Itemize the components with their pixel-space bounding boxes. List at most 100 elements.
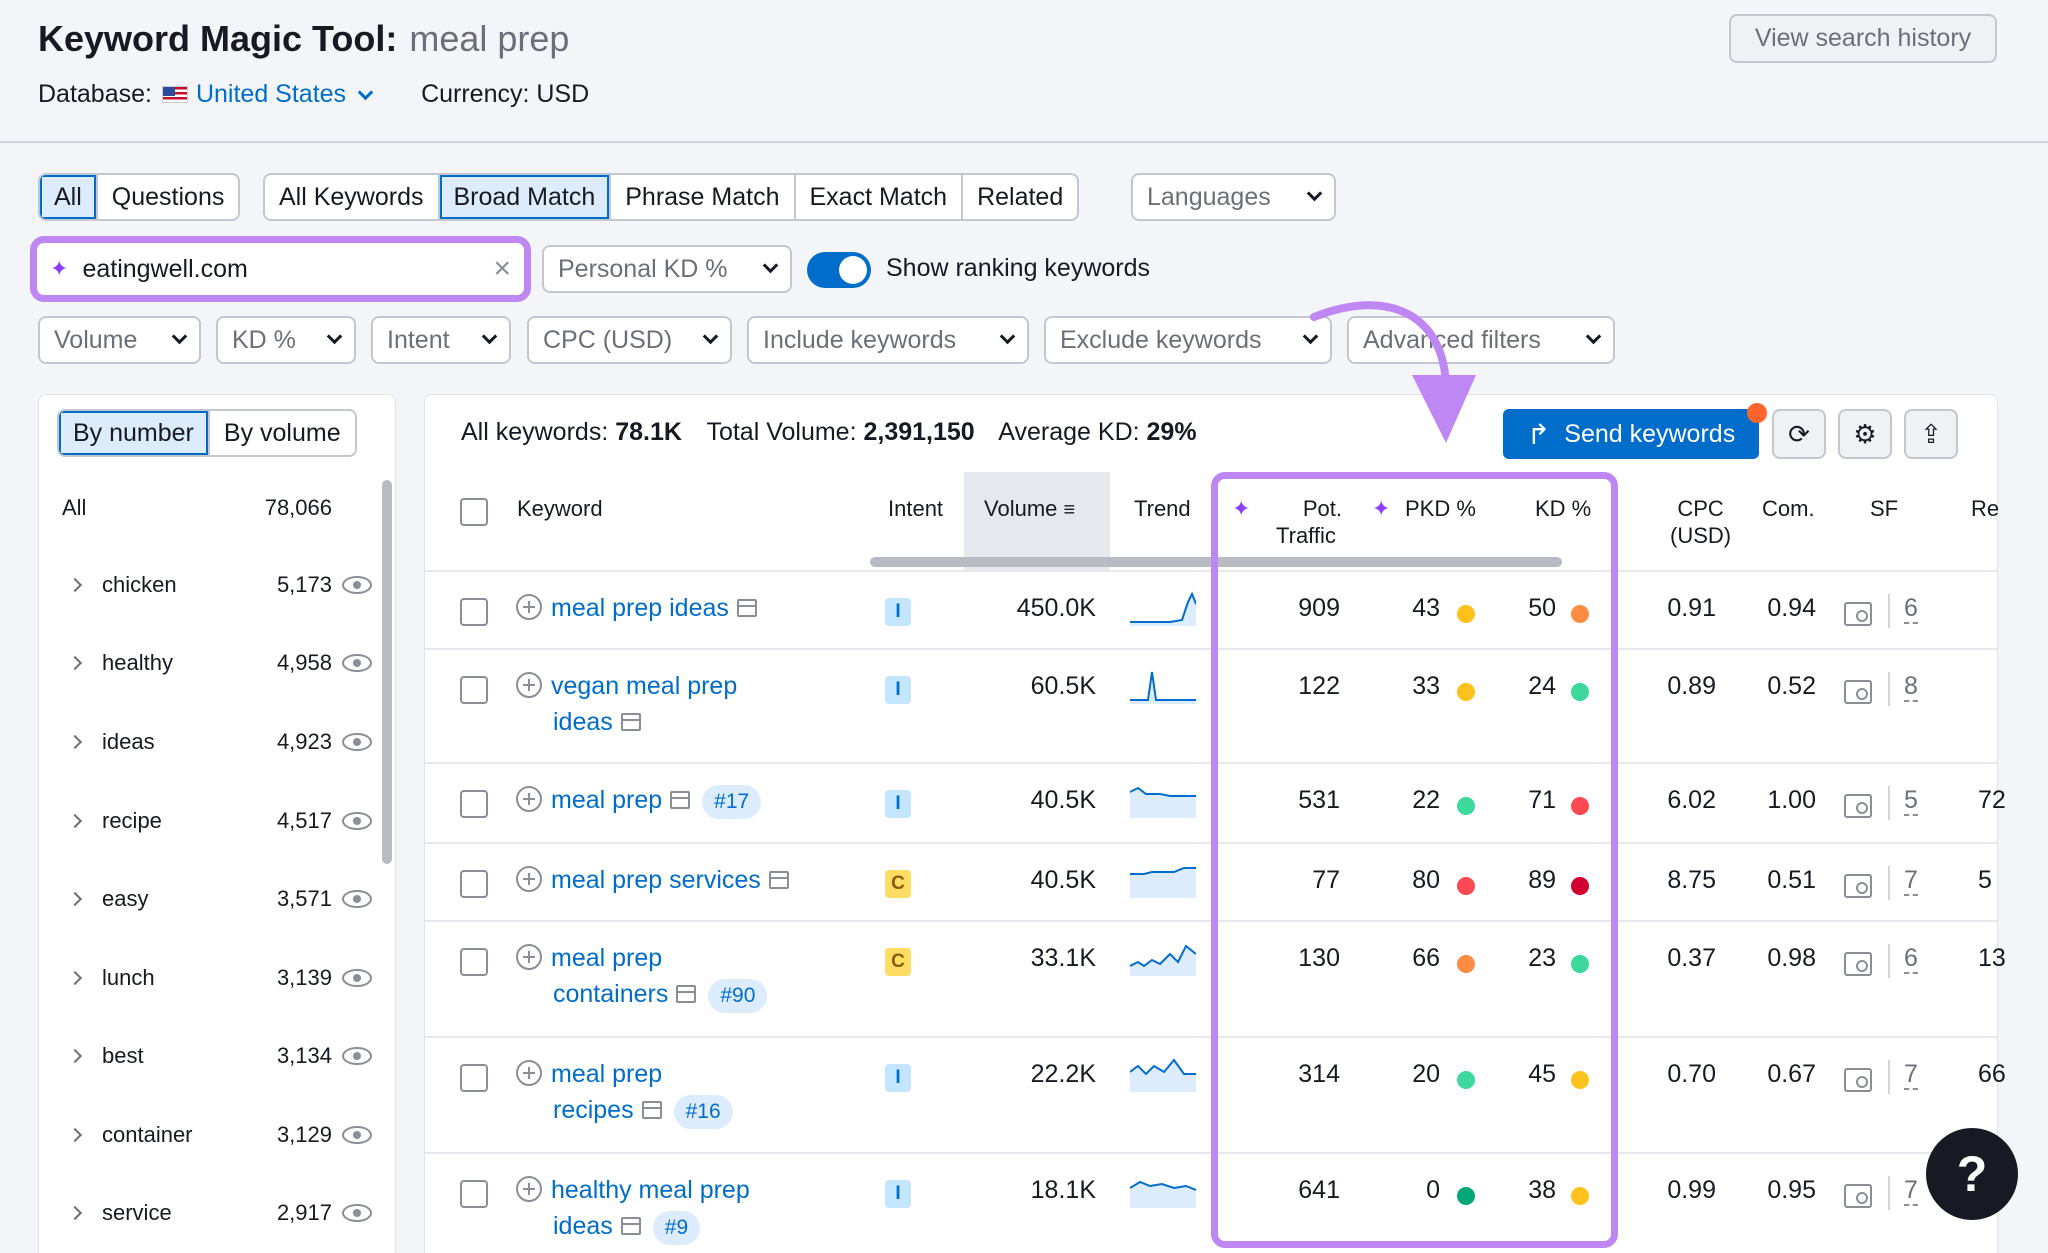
- col-results[interactable]: Re: [1971, 495, 1999, 522]
- sidebar-group-recipe[interactable]: recipe 4,517: [58, 808, 378, 834]
- refresh-button[interactable]: ⟳: [1772, 409, 1826, 459]
- add-to-list-icon[interactable]: [516, 1060, 542, 1086]
- chevron-right-icon[interactable]: [67, 970, 83, 986]
- add-to-list-icon[interactable]: [516, 1176, 542, 1202]
- col-trend[interactable]: Trend: [1134, 495, 1191, 522]
- group-all-row[interactable]: All 78,066: [62, 495, 342, 521]
- tab-questions[interactable]: Questions: [98, 175, 239, 219]
- tab-related[interactable]: Related: [963, 175, 1077, 219]
- chevron-right-icon[interactable]: [67, 891, 83, 907]
- col-keyword[interactable]: Keyword: [517, 495, 603, 522]
- add-to-list-icon[interactable]: [516, 786, 542, 812]
- sidebar-group-best[interactable]: best 3,134: [58, 1043, 378, 1069]
- tab-exact-match[interactable]: Exact Match: [796, 175, 964, 219]
- eye-icon[interactable]: [342, 576, 372, 594]
- col-pot-traffic[interactable]: Pot.: [1290, 495, 1342, 522]
- chevron-right-icon[interactable]: [67, 577, 83, 593]
- eye-icon[interactable]: [342, 890, 372, 908]
- chevron-right-icon[interactable]: [67, 655, 83, 671]
- serp-icon[interactable]: [620, 1217, 641, 1235]
- keyword-link-line2[interactable]: ideas: [553, 1212, 613, 1240]
- chevron-right-icon[interactable]: [67, 1205, 83, 1221]
- chevron-right-icon[interactable]: [67, 1127, 83, 1143]
- filter-include-keywords[interactable]: Include keywords: [747, 316, 1029, 364]
- eye-icon[interactable]: [342, 1204, 372, 1222]
- row-checkbox[interactable]: [460, 1064, 488, 1092]
- keyword-link[interactable]: meal prep: [551, 786, 662, 814]
- sidebar-group-service[interactable]: service 2,917: [58, 1200, 378, 1226]
- tab-broad-match[interactable]: Broad Match: [439, 175, 612, 219]
- col-volume[interactable]: Volume ≡: [984, 495, 1075, 524]
- view-search-history-button[interactable]: View search history: [1729, 14, 1997, 63]
- clear-icon[interactable]: ×: [493, 252, 511, 286]
- sf-count[interactable]: 6: [1904, 594, 1918, 624]
- sf-count[interactable]: 7: [1904, 1060, 1918, 1090]
- sf-count[interactable]: 7: [1904, 1176, 1918, 1206]
- tab-by-volume[interactable]: By volume: [210, 411, 355, 455]
- col-cpc[interactable]: CPC (USD): [1670, 495, 1731, 549]
- filter-exclude-keywords[interactable]: Exclude keywords: [1044, 316, 1332, 364]
- sf-count[interactable]: 6: [1904, 944, 1918, 974]
- filter-cpc[interactable]: CPC (USD): [527, 316, 732, 364]
- eye-icon[interactable]: [342, 654, 372, 672]
- database-value[interactable]: United States: [196, 80, 346, 108]
- serp-features-icon[interactable]: [1844, 602, 1872, 626]
- serp-icon[interactable]: [676, 985, 697, 1003]
- add-to-list-icon[interactable]: [516, 672, 542, 698]
- filter-kd[interactable]: KD %: [216, 316, 356, 364]
- keyword-link-line2[interactable]: containers: [553, 980, 668, 1008]
- serp-icon[interactable]: [641, 1101, 662, 1119]
- row-checkbox[interactable]: [460, 676, 488, 704]
- serp-features-icon[interactable]: [1844, 874, 1872, 898]
- sf-count[interactable]: 5: [1904, 786, 1918, 816]
- keyword-link[interactable]: meal prep: [551, 1060, 662, 1088]
- table-horizontal-scrollbar[interactable]: [870, 557, 1562, 567]
- row-checkbox[interactable]: [460, 948, 488, 976]
- serp-features-icon[interactable]: [1844, 680, 1872, 704]
- row-checkbox[interactable]: [460, 598, 488, 626]
- col-intent[interactable]: Intent: [888, 495, 943, 522]
- tab-all-keywords[interactable]: All Keywords: [265, 175, 440, 219]
- eye-icon[interactable]: [342, 812, 372, 830]
- tab-all[interactable]: All: [40, 175, 98, 219]
- filter-volume[interactable]: Volume: [38, 316, 201, 364]
- sidebar-group-container[interactable]: container 3,129: [58, 1122, 378, 1148]
- keyword-link[interactable]: meal prep ideas: [551, 594, 729, 622]
- chevron-right-icon[interactable]: [67, 734, 83, 750]
- col-pkd[interactable]: PKD %: [1405, 495, 1476, 522]
- row-checkbox[interactable]: [460, 790, 488, 818]
- keyword-link-line2[interactable]: recipes: [553, 1096, 634, 1124]
- row-checkbox[interactable]: [460, 1180, 488, 1208]
- serp-features-icon[interactable]: [1844, 1068, 1872, 1092]
- sf-count[interactable]: 7: [1904, 866, 1918, 896]
- add-to-list-icon[interactable]: [516, 944, 542, 970]
- eye-icon[interactable]: [342, 1047, 372, 1065]
- sidebar-group-lunch[interactable]: lunch 3,139: [58, 965, 378, 991]
- chevron-right-icon[interactable]: [67, 813, 83, 829]
- chevron-right-icon[interactable]: [67, 1048, 83, 1064]
- select-all-checkbox[interactable]: [460, 498, 488, 526]
- keyword-link[interactable]: meal prep: [551, 944, 662, 972]
- eye-icon[interactable]: [342, 733, 372, 751]
- keyword-link[interactable]: healthy meal prep: [551, 1176, 750, 1204]
- groups-scrollbar[interactable]: [382, 480, 392, 864]
- add-to-list-icon[interactable]: [516, 866, 542, 892]
- serp-icon[interactable]: [670, 791, 691, 809]
- settings-button[interactable]: ⚙: [1838, 409, 1892, 459]
- col-com[interactable]: Com.: [1762, 495, 1815, 522]
- add-to-list-icon[interactable]: [516, 594, 542, 620]
- keyword-link[interactable]: vegan meal prep: [551, 672, 737, 700]
- keyword-link-line2[interactable]: ideas: [553, 708, 613, 736]
- col-sf[interactable]: SF: [1870, 495, 1898, 522]
- database-selector[interactable]: United States: [196, 80, 374, 109]
- search-value[interactable]: eatingwell.com: [82, 255, 247, 284]
- serp-icon[interactable]: [736, 599, 757, 617]
- keyword-link[interactable]: meal prep services: [551, 866, 761, 894]
- tab-by-number[interactable]: By number: [59, 411, 210, 455]
- serp-icon[interactable]: [768, 871, 789, 889]
- sidebar-group-easy[interactable]: easy 3,571: [58, 886, 378, 912]
- col-kd[interactable]: KD %: [1535, 495, 1591, 522]
- serp-features-icon[interactable]: [1844, 794, 1872, 818]
- eye-icon[interactable]: [342, 1126, 372, 1144]
- languages-dropdown[interactable]: Languages: [1131, 173, 1336, 221]
